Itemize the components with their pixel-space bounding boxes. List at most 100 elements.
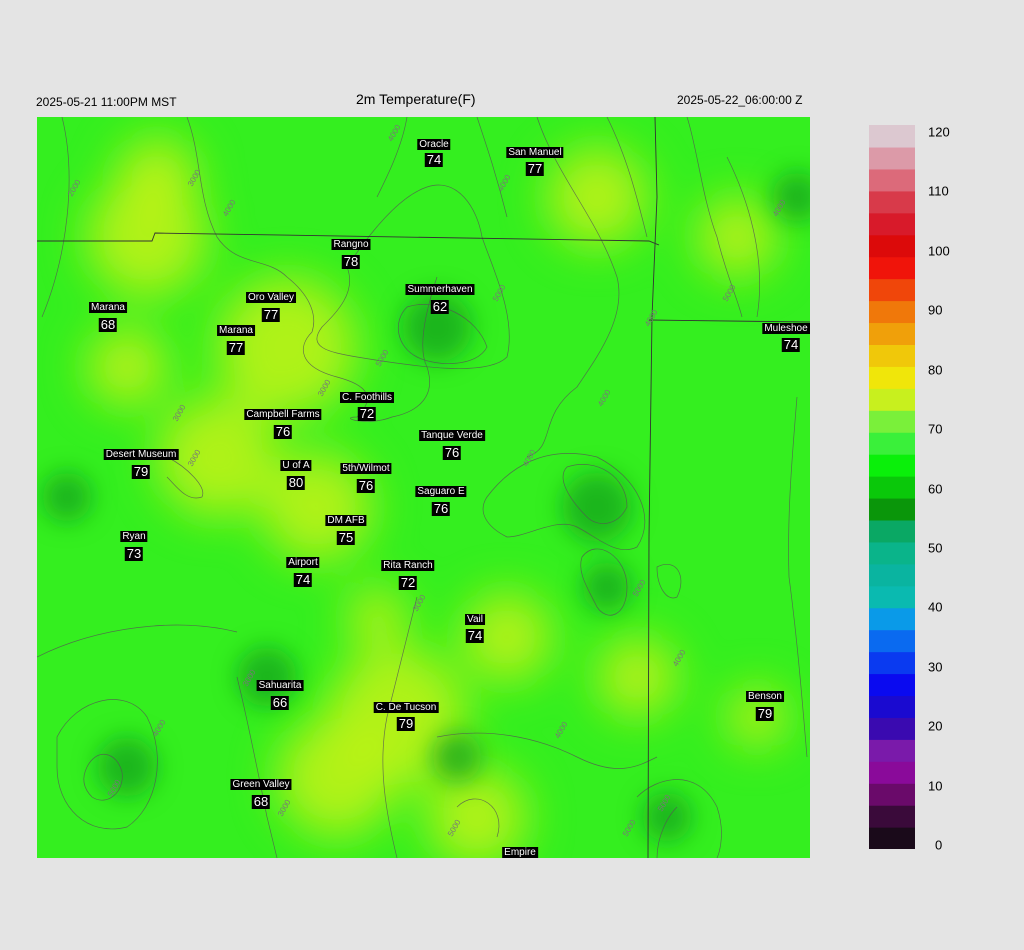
colorbar-segment [869,146,915,170]
station-name: Ryan [120,531,148,542]
colorbar-segment [869,256,915,280]
colorbar-tick-label: 80 [928,362,943,378]
colorbar-segment [869,410,915,433]
station-name: Marana [89,302,127,313]
cool-region [97,737,157,797]
station-name: Oracle [417,139,451,150]
colorbar-segment [869,278,915,302]
station-name: Tanque Verde [419,430,485,441]
cool-region [432,732,482,782]
station-temp: 74 [465,628,485,643]
warm-region [277,717,397,837]
station-temp: 72 [398,575,418,590]
station-name: 5th/Wilmot [340,463,392,474]
colorbar-segment [869,344,915,367]
station-name: Sahuarita [256,680,304,691]
colorbar-segment [869,125,915,148]
colorbar-segment [869,300,915,324]
colorbar-tick-label: 120 [928,124,950,140]
warm-region [87,327,167,407]
station-temp: 72 [357,406,377,421]
station-name: Benson [746,691,784,702]
colorbar-segment [869,388,915,411]
station-temp: 74 [781,337,801,352]
colorbar-tick-label: 50 [928,540,943,556]
colorbar-tick-label: 110 [928,183,949,199]
station-temp: 74 [424,152,444,167]
colorbar-tick-label: 60 [928,481,943,496]
colorbar-segment [869,805,915,828]
temperature-map: 2000 3000 4000 4000 4000 5000 5000 4000 5000 4000… [37,117,810,858]
station-temp: 76 [442,445,462,460]
warm-region [117,137,197,217]
station-temp: 73 [124,546,144,561]
station-name: Campbell Farms [244,409,322,420]
station-name: Muleshoe R [762,323,810,334]
colorbar-segment [869,541,915,565]
station-temp: 79 [755,706,775,721]
colorbar-segment [869,168,915,192]
station-name: U of A [280,460,312,471]
warm-region [347,587,407,647]
colorbar-segment [869,563,915,587]
colorbar-segment [869,366,915,389]
colorbar-segment [869,827,915,849]
colorbar-segment [869,212,915,236]
station-temp: 68 [98,317,118,332]
station-name: Empire [502,847,538,858]
colorbar-segment [869,322,915,345]
colorbar [869,125,915,849]
station-temp: 77 [525,161,545,176]
warm-region [597,637,677,717]
colorbar-segment [869,651,915,675]
colorbar-segment [869,454,915,477]
station-temp: 76 [273,424,293,439]
colorbar-tick-label: 0 [935,837,943,853]
page-title: 2m Temperature(F) [356,91,476,107]
colorbar-tick-label: 70 [928,421,943,437]
colorbar-segment [869,607,915,631]
station-name: San Manuel [506,147,564,158]
colorbar-segment [869,497,915,521]
station-temp: 79 [396,716,416,731]
station-temp: 74 [293,572,313,587]
cool-region [562,472,632,542]
colorbar-segment [869,476,915,499]
station-name: Desert Museum [103,449,179,460]
colorbar-tick-label: 40 [928,599,943,615]
station-name: Oro Valley [246,292,296,303]
colorbar-segment [869,519,915,543]
colorbar-segment [869,432,915,455]
colorbar-segment [869,717,915,740]
station-temp: 78 [341,254,361,269]
station-name: Rangno [331,239,371,250]
warm-region [697,197,777,277]
station-name: Rita Ranch [381,560,435,571]
station-temp: 68 [251,794,271,809]
station-name: Marana [217,325,255,336]
station-temp: 79 [131,464,151,479]
colorbar-tick-label: 10 [928,778,943,794]
colorbar-segment [869,695,915,718]
cool-region [42,472,92,522]
station-temp: 77 [261,307,281,322]
station-temp: 66 [270,695,290,710]
station-name: Airport [286,557,320,568]
colorbar-tick-label: 90 [928,302,943,318]
colorbar-segment [869,761,915,784]
colorbar-tick-label: 20 [928,718,943,734]
station-temp: 75 [336,530,356,545]
colorbar-segment [869,234,915,258]
station-temp: 76 [431,501,451,516]
station-name: Vail [465,614,485,625]
colorbar-segment [869,190,915,214]
station-temp: 62 [430,299,450,314]
station-name: Green Valley [230,779,292,790]
station-temp: 76 [356,478,376,493]
station-name: C. De Tucson [373,702,439,713]
station-temp: 77 [226,340,246,355]
header-valid-utc: 2025-05-22_06:00:00 Z [677,93,803,107]
colorbar-segment [869,585,915,609]
colorbar-tick-label: 100 [928,243,950,259]
station-name: C. Foothills [339,392,395,403]
